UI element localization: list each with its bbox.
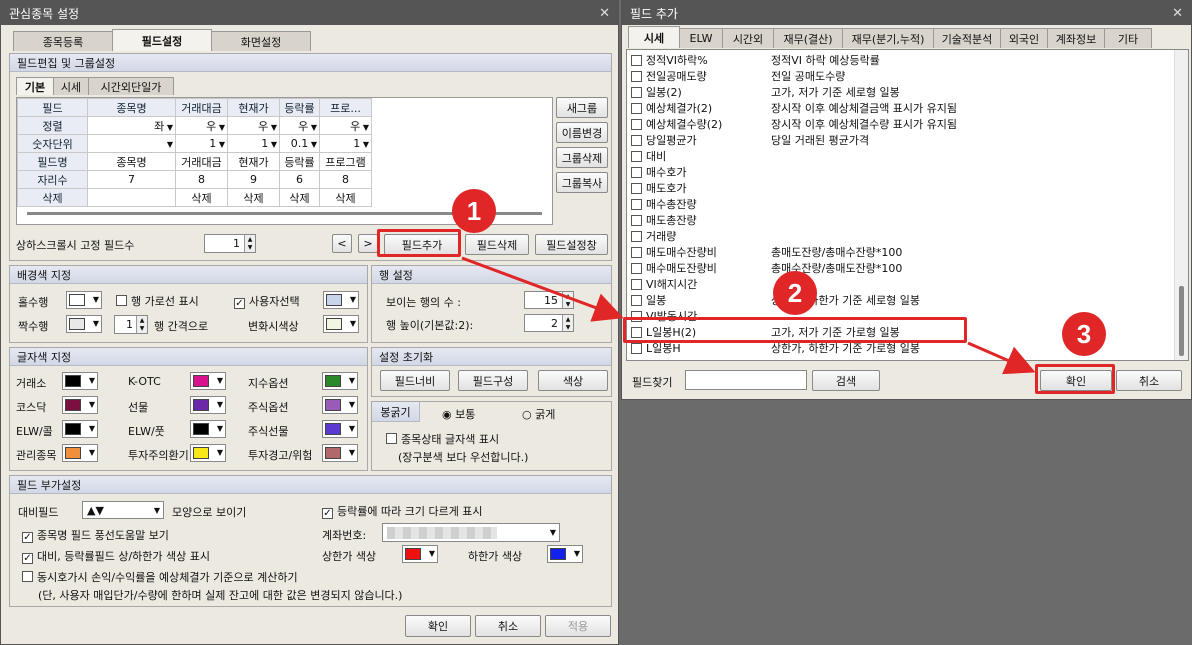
arrow-overlay [461, 256, 1036, 375]
step-marker-3: 3 [1062, 312, 1106, 356]
arrow-2-to-3 [967, 341, 1036, 375]
arrow-1-to-2 [461, 256, 624, 322]
step-marker-2: 2 [773, 271, 817, 315]
step-marker-1: 1 [452, 189, 496, 233]
